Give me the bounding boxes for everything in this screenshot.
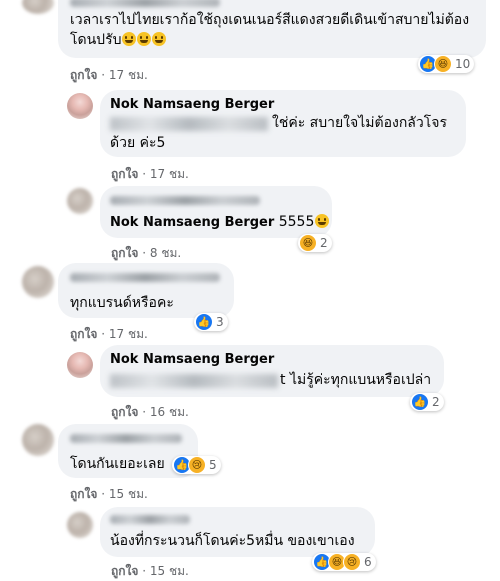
like-link[interactable]: ถูกใจ — [70, 487, 97, 501]
comment-meta: ถูกใจ · 8 ชม. — [111, 246, 182, 260]
timestamp[interactable]: 17 ชม. — [109, 68, 148, 82]
comment-text: น้องที่กระนวนก็โดนค่ะ5หมื่น ของเขาเอง — [110, 533, 355, 549]
comment-meta: ถูกใจ · 15 ชม. — [70, 487, 148, 501]
timestamp[interactable]: 15 ชม. — [150, 564, 189, 578]
comment-text: ทุกแบรนด์หรือคะ — [70, 295, 174, 311]
sad-icon: 😢 — [188, 456, 206, 474]
comment-text: t ไม่รู้ค่ะทุกแบนหรือเปล่า — [280, 372, 432, 388]
like-link[interactable]: ถูกใจ — [70, 327, 97, 341]
smile-emoji — [137, 32, 152, 46]
avatar[interactable] — [67, 188, 93, 214]
comment-meta: ถูกใจ · 17 ชม. — [70, 68, 148, 82]
avatar[interactable] — [22, 0, 54, 14]
haha-icon: 😆 — [299, 234, 317, 252]
reaction-summary[interactable]: 👍 3 — [194, 313, 228, 331]
avatar[interactable] — [22, 424, 54, 456]
like-icon: 👍 — [195, 313, 213, 331]
avatar[interactable] — [22, 266, 54, 298]
reaction-count: 2 — [432, 395, 440, 409]
comment-text: ใช่ค่ะ สบายใจไม่ต้องกลัวโจร ด้วย ค่ะ5 — [110, 115, 447, 151]
author-name-blurred[interactable] — [70, 273, 220, 282]
reaction-summary[interactable]: 👍 😆 😢 6 — [312, 553, 376, 571]
like-icon: 👍 — [411, 393, 429, 411]
reaction-count: 3 — [216, 315, 224, 329]
comment-bubble: น้องที่กระนวนก็โดนค่ะ5หมื่น ของเขาเอง — [100, 507, 375, 557]
like-link[interactable]: ถูกใจ — [111, 564, 138, 578]
reaction-count: 10 — [455, 57, 471, 71]
comment-text-body: 5555 — [278, 214, 315, 230]
sad-icon: 😢 — [343, 553, 361, 571]
reaction-count: 5 — [209, 458, 217, 472]
like-link[interactable]: ถูกใจ — [70, 68, 97, 82]
timestamp[interactable]: 17 ชม. — [150, 167, 189, 181]
avatar[interactable] — [67, 352, 93, 378]
reaction-summary[interactable]: 😆 2 — [298, 234, 332, 252]
comment-meta: ถูกใจ · 17 ชม. — [111, 167, 189, 181]
avatar[interactable] — [67, 512, 93, 538]
reaction-summary[interactable]: 👍 😢 5 — [172, 456, 221, 474]
comment-bubble: Nok Namsaeng Berger ใช่ค่ะ สบายใจไม่ต้อง… — [100, 90, 466, 157]
timestamp[interactable]: 16 ชม. — [150, 405, 189, 419]
comment-bubble: Nok Namsaeng Berger 5555 — [100, 186, 332, 238]
timestamp[interactable]: 17 ชม. — [109, 327, 148, 341]
comment-text: เวลาเราไปไทยเราก้อใช้ถุงเดนเนอร์สีแดงสวย… — [70, 10, 480, 50]
comment-meta: ถูกใจ · 16 ชม. — [111, 405, 189, 419]
author-name[interactable]: Nok Namsaeng Berger — [110, 97, 274, 112]
smile-emoji — [122, 32, 137, 46]
timestamp[interactable]: 15 ชม. — [109, 487, 148, 501]
comment-text: Nok Namsaeng Berger 5555 — [110, 212, 332, 233]
like-link[interactable]: ถูกใจ — [111, 405, 138, 419]
mention-link[interactable]: Nok Namsaeng Berger — [110, 215, 274, 230]
reaction-count: 6 — [364, 555, 372, 569]
comment-meta: ถูกใจ · 15 ชม. — [111, 564, 189, 578]
reaction-summary[interactable]: 👍 2 — [410, 393, 444, 411]
comment-bubble: ทุกแบรนด์หรือคะ — [58, 263, 234, 318]
reaction-summary[interactable]: 👍 😆 10 — [418, 55, 475, 73]
like-link[interactable]: ถูกใจ — [111, 167, 138, 181]
author-name-blurred[interactable] — [70, 434, 182, 443]
haha-icon: 😆 — [434, 55, 452, 73]
author-name-blurred[interactable] — [70, 0, 220, 7]
comment-text: โดนกันเยอะเลย — [70, 456, 165, 472]
avatar[interactable] — [67, 93, 93, 119]
author-name-blurred[interactable] — [110, 196, 260, 205]
comment-bubble: เวลาเราไปไทยเราก้อใช้ถุงเดนเนอร์สีแดงสวย… — [58, 0, 486, 58]
timestamp[interactable]: 8 ชม. — [150, 246, 181, 260]
haha-emoji — [315, 214, 330, 228]
reaction-count: 2 — [320, 236, 328, 250]
comment-bubble: Nok Namsaeng Berger t ไม่รู้ค่ะทุกแบนหรื… — [100, 345, 444, 397]
smile-emoji — [152, 32, 167, 46]
comment-meta: ถูกใจ · 17 ชม. — [70, 327, 148, 341]
author-name[interactable]: Nok Namsaeng Berger — [110, 352, 274, 367]
blurred-mention — [110, 374, 278, 388]
author-name-blurred[interactable] — [110, 515, 190, 524]
like-link[interactable]: ถูกใจ — [111, 246, 138, 260]
